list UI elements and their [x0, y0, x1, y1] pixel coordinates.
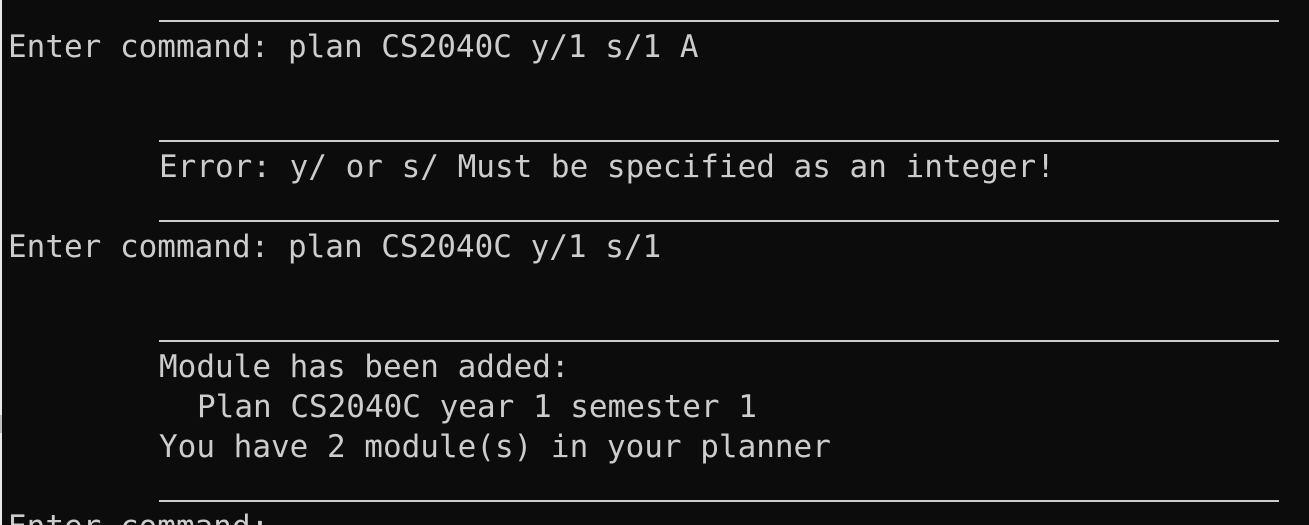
added-module-detail: Plan CS2040C year 1 semester 1: [197, 389, 757, 425]
success-message: Module has been added:: [159, 349, 570, 385]
error-message: Error: y/ or s/ Must be specified as an …: [159, 149, 1055, 185]
divider-line: [159, 500, 1279, 502]
divider-line: [159, 340, 1279, 342]
window-edge-mark: [0, 415, 2, 433]
divider-line: [159, 140, 1279, 142]
divider-line: [159, 20, 1279, 22]
command-prompt-line: Enter command: plan CS2040C y/1 s/1 A: [8, 29, 699, 65]
command-input-line[interactable]: Enter command:: [8, 507, 269, 525]
divider-line: [159, 220, 1279, 222]
command-prompt-line: Enter command: plan CS2040C y/1 s/1: [8, 229, 662, 265]
console-window[interactable]: Enter command: plan CS2040C y/1 s/1 A Er…: [0, 0, 1309, 525]
planner-count-message: You have 2 module(s) in your planner: [159, 429, 831, 465]
